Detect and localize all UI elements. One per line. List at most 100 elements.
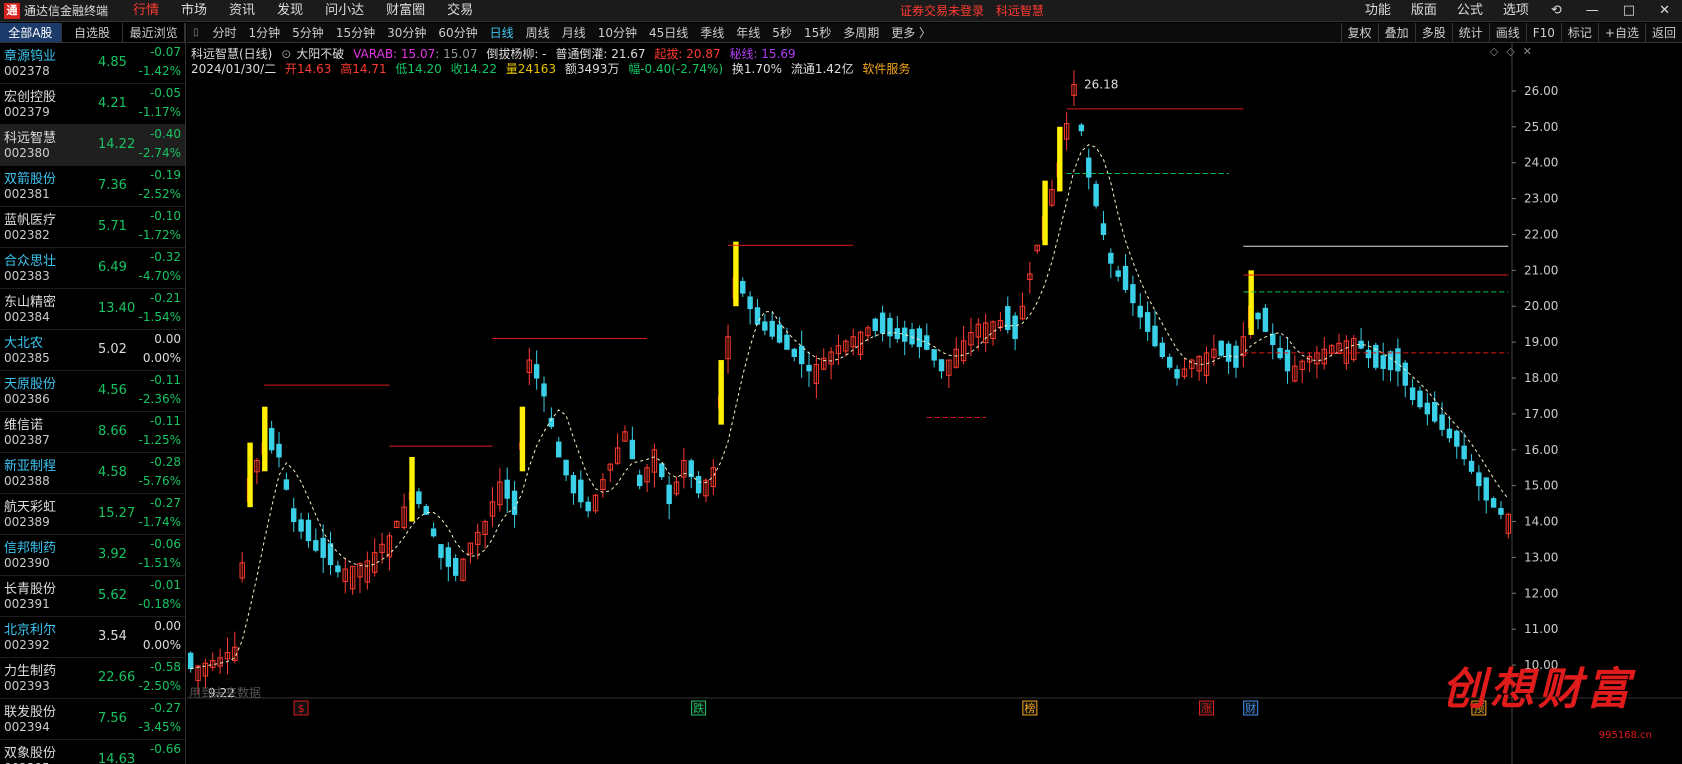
stock-row[interactable]: 北京利尔 002392 3.54 0.00 0.00% bbox=[0, 617, 185, 658]
event-marker[interactable]: 榜 bbox=[1022, 700, 1038, 716]
candle-body bbox=[504, 479, 510, 499]
menu-item[interactable]: 市场 bbox=[170, 0, 218, 22]
extreme-price-label: 26.18 bbox=[1084, 77, 1118, 91]
stock-row[interactable]: 东山精密 002384 13.40 -0.21 -1.54% bbox=[0, 289, 185, 330]
stock-row[interactable]: 大北农 002385 5.02 0.00 0.00% bbox=[0, 330, 185, 371]
chart-tool-button[interactable]: 统计 bbox=[1451, 23, 1489, 43]
candle-body bbox=[1476, 472, 1482, 487]
stock-price: 6.49 bbox=[98, 260, 127, 275]
menu-item[interactable]: 发现 bbox=[266, 0, 314, 22]
stock-code: 002380 bbox=[4, 146, 50, 160]
menu-item[interactable]: 财富圈 bbox=[375, 0, 436, 22]
chart-tool-button[interactable]: 标记 bbox=[1560, 23, 1598, 43]
period-item[interactable]: 45日线 bbox=[643, 24, 694, 41]
event-marker[interactable]: 跌 bbox=[691, 700, 707, 716]
stock-row[interactable]: 联发股份 002394 7.56 -0.27 -3.45% bbox=[0, 699, 185, 740]
candle-body bbox=[1130, 284, 1136, 304]
chart-tool-button[interactable]: 返回 bbox=[1644, 23, 1682, 43]
period-item[interactable]: 日线 bbox=[484, 24, 520, 41]
options-menu[interactable]: 选项 bbox=[1493, 0, 1539, 22]
sector-link[interactable]: 软件服务 bbox=[862, 62, 910, 76]
close-icon[interactable]: ✕ bbox=[1647, 0, 1682, 22]
period-item[interactable]: 15秒 bbox=[798, 24, 837, 41]
stock-name: 宏创控股 bbox=[4, 90, 57, 105]
stock-row[interactable]: 蓝帆医疗 002382 5.71 -0.10 -1.72% bbox=[0, 207, 185, 248]
layout-toggle-icon[interactable]: ▯ bbox=[187, 27, 207, 38]
chart-tool-button[interactable]: 叠加 bbox=[1377, 23, 1415, 43]
chart-tool-button[interactable]: +自选 bbox=[1597, 23, 1645, 43]
candle-body bbox=[879, 312, 886, 334]
stock-list-tab[interactable]: 最近浏览 bbox=[123, 23, 185, 42]
stock-row[interactable]: 天原股份 002386 4.56 -0.11 -2.36% bbox=[0, 371, 185, 412]
stock-change-pct: -2.74% bbox=[138, 146, 181, 160]
y-tick-label: 22.00 bbox=[1524, 227, 1558, 241]
menu-item[interactable]: 问小达 bbox=[314, 0, 375, 22]
chart-tool-button[interactable]: F10 bbox=[1525, 23, 1561, 43]
period-item[interactable]: 周线 bbox=[520, 24, 556, 41]
stock-list-tabs: 全部A股 自选股 最近浏览 bbox=[0, 23, 185, 43]
candle-body bbox=[1387, 351, 1394, 371]
login-notice[interactable]: 证券交易未登录 科远智慧 bbox=[900, 0, 1044, 22]
stock-row[interactable]: 长青股份 002391 5.62 -0.01 -0.18% bbox=[0, 576, 185, 617]
putongdaoguan-value: 普通倒灌: 21.67 bbox=[555, 47, 646, 61]
maximize-icon[interactable]: □ bbox=[1611, 0, 1647, 22]
minimize-icon[interactable]: — bbox=[1574, 0, 1611, 22]
period-item[interactable]: 更多 〉 bbox=[885, 24, 937, 41]
period-item[interactable]: 多周期 bbox=[837, 24, 885, 41]
chart-tool-button[interactable]: 多股 bbox=[1414, 23, 1452, 43]
stock-price: 4.58 bbox=[98, 465, 127, 480]
stock-row[interactable]: 宏创控股 002379 4.21 -0.05 -1.17% bbox=[0, 84, 185, 125]
stock-row[interactable]: 双象股份00239514.63-0.66 bbox=[0, 740, 185, 764]
period-item[interactable]: 1分钟 bbox=[243, 24, 287, 41]
period-item[interactable]: 30分钟 bbox=[381, 24, 432, 41]
breakout-bar bbox=[1248, 270, 1254, 335]
kline-chart[interactable]: 10.00 11.00 12.00 13.00 14.00 15.00 16.00 17.00… bbox=[187, 43, 1682, 764]
stock-row[interactable]: 信邦制药 002390 3.92 -0.06 -1.51% bbox=[0, 535, 185, 576]
period-item[interactable]: 15分钟 bbox=[330, 24, 381, 41]
diamond-icon[interactable]: ◇ bbox=[1490, 45, 1498, 58]
stock-row[interactable]: 力生制药 002393 22.66 -0.58 -2.50% bbox=[0, 658, 185, 699]
event-marker[interactable]: $ bbox=[293, 700, 309, 716]
stock-change: -0.32 bbox=[149, 250, 181, 264]
candle-body bbox=[1483, 477, 1489, 501]
period-item[interactable]: 5分钟 bbox=[286, 24, 330, 41]
stock-list-tab[interactable]: 自选股 bbox=[62, 23, 124, 42]
stock-row[interactable]: 章源钨业 002378 4.85 -0.07 -1.42% bbox=[0, 43, 185, 84]
chart-tool-button[interactable]: 画线 bbox=[1488, 23, 1526, 43]
period-item[interactable]: 分时 bbox=[207, 24, 243, 41]
period-item[interactable]: 60分钟 bbox=[432, 24, 483, 41]
candle-body bbox=[1395, 348, 1401, 372]
menu-item[interactable]: 行情 bbox=[122, 0, 170, 22]
period-item[interactable]: 5秒 bbox=[766, 24, 798, 41]
function-menu[interactable]: 功能 bbox=[1355, 0, 1401, 22]
stock-row[interactable]: 科远智慧 002380 14.22 -0.40 -2.74% bbox=[0, 125, 185, 166]
layout-menu[interactable]: 版面 bbox=[1401, 0, 1447, 22]
event-marker[interactable]: 涨 bbox=[1199, 700, 1215, 716]
event-marker[interactable]: 财 bbox=[1243, 700, 1259, 716]
app-title: 通达信金融终端 bbox=[24, 4, 109, 18]
stock-row[interactable]: 航天彩虹 002389 15.27 -0.27 -1.74% bbox=[0, 494, 185, 535]
diamond-icon[interactable]: ◇ bbox=[1506, 45, 1514, 58]
formula-menu[interactable]: 公式 bbox=[1447, 0, 1493, 22]
menu-item[interactable]: 资讯 bbox=[218, 0, 266, 22]
stock-row[interactable]: 维信诺 002387 8.66 -0.11 -1.25% bbox=[0, 412, 185, 453]
menu-item[interactable]: 交易 bbox=[436, 0, 484, 22]
candle-body bbox=[563, 459, 569, 476]
period-item[interactable]: 月线 bbox=[556, 24, 592, 41]
login-status[interactable]: 证券交易未登录 bbox=[900, 4, 984, 18]
refresh-icon[interactable]: ⟲ bbox=[1539, 0, 1574, 22]
chart-tool-button[interactable]: 复权 bbox=[1340, 23, 1378, 43]
period-item[interactable]: 年线 bbox=[730, 24, 766, 41]
stock-row[interactable]: 合众思壮 002383 6.49 -0.32 -4.70% bbox=[0, 248, 185, 289]
stock-list-tab[interactable]: 全部A股 bbox=[0, 23, 62, 42]
bar-volume: 量24163 bbox=[505, 62, 556, 76]
stock-row[interactable]: 双箭股份 002381 7.36 -0.19 -2.52% bbox=[0, 166, 185, 207]
period-item[interactable]: 季线 bbox=[694, 24, 730, 41]
formula-icon[interactable]: ⊙ bbox=[281, 47, 291, 61]
candle-body bbox=[1446, 428, 1453, 439]
title-bar: 通 通达信金融终端 行情 市场 资讯 发现 问小达 财富圈 交易 证券交易未登录 科远智慧 … bbox=[0, 0, 1682, 22]
stock-row[interactable]: 新亚制程 002388 4.58 -0.28 -5.76% bbox=[0, 453, 185, 494]
formula-name[interactable]: 大阳不破 bbox=[296, 47, 344, 61]
close-indicator-icon[interactable]: ✕ bbox=[1523, 45, 1532, 58]
period-item[interactable]: 10分钟 bbox=[592, 24, 643, 41]
